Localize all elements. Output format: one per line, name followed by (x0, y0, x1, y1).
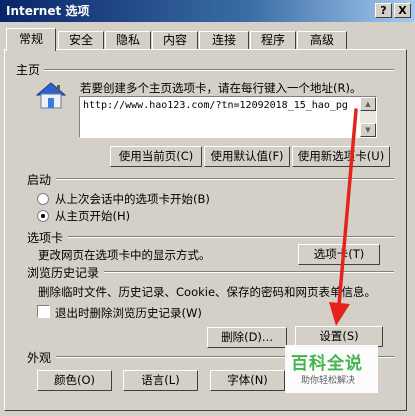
homepage-section-label: 主页 (16, 63, 41, 77)
use-default-button[interactable]: 使用默认值(F) (204, 146, 290, 167)
scroll-up-icon[interactable]: ▲ (360, 97, 376, 111)
tab-content[interactable]: 内容 (152, 31, 198, 50)
homepage-instruction: 若要创建多个主页选项卡，请在每行键入一个地址(R)。 (80, 81, 362, 95)
tab-privacy[interactable]: 隐私 (105, 31, 151, 50)
languages-button[interactable]: 语言(L) (123, 370, 198, 391)
startup-homepage-radio[interactable] (37, 210, 49, 222)
window-title: Internet 选项 (6, 4, 90, 18)
delete-history-on-exit-label: 退出时删除浏览历史记录(W) (55, 306, 202, 320)
homepage-url-textarea[interactable]: http://www.hao123.com/?tn=12092018_15_ha… (79, 96, 377, 138)
watermark-subtitle: 助你轻松解决 (301, 376, 356, 386)
divider (104, 271, 394, 273)
startup-section-label: 启动 (27, 173, 52, 187)
radio-selected-dot (41, 214, 45, 218)
appearance-section-label: 外观 (27, 351, 52, 365)
tabs-description: 更改网页在选项卡中的显示方式。 (38, 248, 211, 262)
colors-button[interactable]: 颜色(O) (37, 370, 112, 391)
watermark-title: 百科全说 (291, 354, 363, 374)
startup-homepage-label: 从主页开始(H) (55, 209, 131, 223)
delete-history-on-exit-checkbox[interactable] (37, 305, 50, 318)
use-current-button[interactable]: 使用当前页(C) (110, 146, 202, 167)
url-scrollbar[interactable]: ▲ ▼ (360, 97, 376, 137)
house-icon (34, 80, 68, 113)
tabs-settings-button[interactable]: 选项卡(T) (298, 244, 380, 265)
delete-history-button[interactable]: 删除(D)... (207, 327, 287, 348)
history-description: 删除临时文件、历史记录、Cookie、保存的密码和网页表单信息。 (38, 285, 377, 299)
tab-security[interactable]: 安全 (58, 31, 104, 50)
close-button[interactable]: X (394, 3, 411, 18)
divider (68, 236, 394, 238)
tab-connections[interactable]: 连接 (199, 31, 249, 50)
help-button[interactable]: ? (375, 3, 392, 18)
startup-last-session-label: 从上次会话中的选项卡开始(B) (55, 192, 210, 206)
homepage-url-value: http://www.hao123.com/?tn=12092018_15_ha… (83, 100, 348, 111)
history-section-label: 浏览历史记录 (27, 266, 100, 280)
divider (56, 178, 394, 180)
tab-strip: 常规 安全 隐私 内容 连接 程序 高级 (6, 28, 406, 51)
use-new-tab-button[interactable]: 使用新选项卡(U) (292, 146, 390, 167)
scroll-down-icon[interactable]: ▼ (360, 123, 376, 137)
history-settings-button[interactable]: 设置(S) (295, 326, 383, 347)
tab-advanced[interactable]: 高级 (297, 31, 347, 50)
fonts-button[interactable]: 字体(N) (210, 370, 285, 391)
tab-general[interactable]: 常规 (6, 28, 56, 51)
tab-programs[interactable]: 程序 (250, 31, 296, 50)
startup-last-session-radio[interactable] (37, 193, 49, 205)
title-bar: Internet 选项 ? X (0, 0, 415, 22)
tabs-section-label: 选项卡 (27, 231, 64, 245)
divider (44, 69, 394, 71)
baike-watermark: 百科全说 助你轻松解决 (285, 345, 378, 393)
